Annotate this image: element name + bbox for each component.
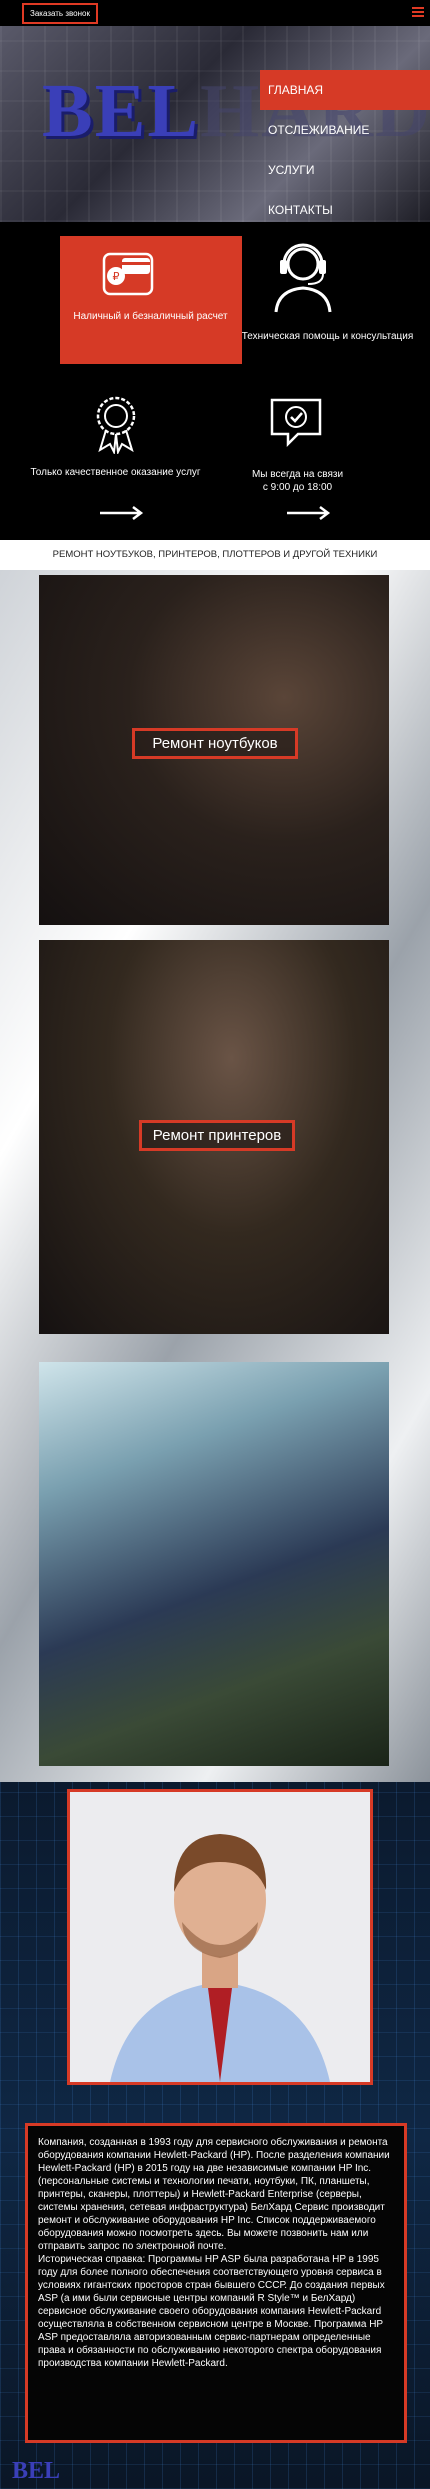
quality-badge-icon xyxy=(88,390,144,456)
feature-contact-hours: с 9:00 до 18:00 xyxy=(262,482,333,493)
nav-item-services[interactable]: УСЛУГИ xyxy=(260,150,430,190)
card-payment-icon: ₽ xyxy=(100,246,156,302)
nav-item-tracking[interactable]: ОТСЛЕЖИВАНИЕ xyxy=(260,110,430,150)
about-paragraph-1: Компания, созданная в 1993 году для серв… xyxy=(38,2137,390,2252)
nav-item-home[interactable]: ГЛАВНАЯ xyxy=(260,70,430,110)
logo-main-text: BEL xyxy=(42,69,201,153)
feature-payment-text: Наличный и безналичный расчет xyxy=(73,311,228,322)
feature-contact-line1: Мы всегда на связи xyxy=(251,469,344,480)
main-nav: ГЛАВНАЯ ОТСЛЕЖИВАНИЕ УСЛУГИ КОНТАКТЫ xyxy=(260,70,430,222)
hamburger-menu-icon[interactable] xyxy=(412,7,424,17)
features-section: ₽ Наличный и безналичный расчет Техничес… xyxy=(0,222,430,540)
card-label-printers[interactable]: Ремонт принтеров xyxy=(139,1120,295,1151)
services-section-title: РЕМОНТ НОУТБУКОВ, ПРИНТЕРОВ, ПЛОТТЕРОВ И… xyxy=(0,540,430,570)
feature-contact-text: Мы всегда на связи с 9:00 до 18:00 xyxy=(205,468,390,494)
arrow-right-icon xyxy=(100,506,144,520)
order-call-button[interactable]: Заказать звонок xyxy=(22,3,98,24)
feature-support-text: Техническая помощь и консультация xyxy=(241,331,414,342)
arrow-right-icon xyxy=(287,506,331,520)
about-paragraph-2: Историческая справка: Программы HP ASP б… xyxy=(38,2254,385,2369)
staff-portrait-photo xyxy=(67,1789,373,2085)
service-card-printers[interactable]: Ремонт принтеров xyxy=(39,940,389,1334)
footer-logo[interactable]: BEL xyxy=(12,2458,60,2485)
about-text-box: Компания, созданная в 1993 году для серв… xyxy=(25,2123,407,2443)
technician-photo xyxy=(39,1362,389,1766)
feature-quality-text: Только качественное оказание услуг xyxy=(30,467,201,478)
top-bar: Заказать звонок xyxy=(0,0,430,26)
headset-support-icon xyxy=(268,234,338,314)
chat-check-icon xyxy=(268,394,324,450)
hero-banner: BELHARD ГЛАВНАЯ ОТСЛЕЖИВАНИЕ УСЛУГИ КОНТ… xyxy=(0,26,430,222)
svg-text:₽: ₽ xyxy=(113,270,120,283)
nav-item-contacts[interactable]: КОНТАКТЫ xyxy=(260,190,430,222)
service-card-technician[interactable] xyxy=(39,1362,389,1766)
card-label-laptops[interactable]: Ремонт ноутбуков xyxy=(132,728,298,759)
service-card-laptops[interactable]: Ремонт ноутбуков xyxy=(39,575,389,925)
